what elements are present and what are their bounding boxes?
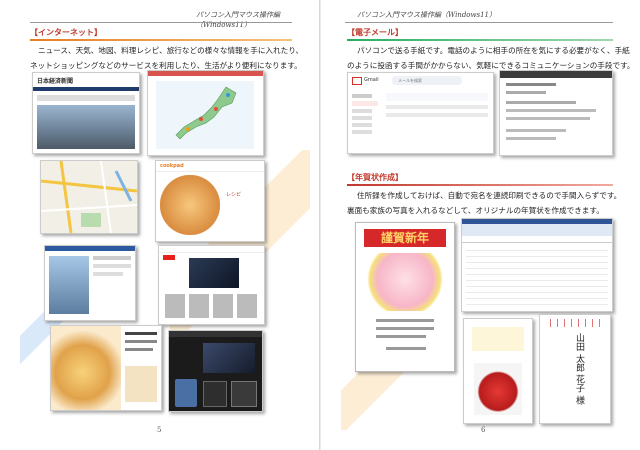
internet-body-line-1: ニュース、天気、地図、料理レシピ、旅行などの様々な情報を手に入れたり、: [38, 46, 304, 55]
left-header-title: パソコン入門マウス操作編（Windows11）: [196, 11, 280, 29]
shishi-illustration: [474, 363, 522, 415]
family-photo: [366, 253, 444, 311]
recipe-site-screenshot: cookpad レシピ: [155, 160, 265, 242]
nenga-design-text: [472, 327, 524, 351]
address-book-table: [466, 245, 608, 307]
mail-body-line-1: パソコンで送る手紙です。電話のように相手の所在を気にする必要がなく、手紙: [357, 46, 630, 55]
gmail-search-box: メールを検索: [392, 76, 462, 85]
shopping-text-line: [125, 332, 157, 335]
weather-map: [156, 81, 254, 149]
video-thumbnails: [165, 294, 257, 318]
gmail-mail-row: [386, 105, 488, 109]
news-photo: [37, 105, 135, 149]
travel-text-line: [93, 272, 123, 276]
mail-detail-titlebar: [500, 71, 612, 78]
left-header-line: [30, 22, 292, 23]
addressee-name: 山田 太郎 花子 様: [574, 333, 584, 405]
gmail-mail-row: [386, 113, 488, 117]
nenga-card-title: 謹賀新年: [364, 229, 446, 247]
nenga-design-card: [463, 318, 533, 424]
news-nav-bar: [33, 87, 139, 91]
internet-section-title: 【インターネット】: [30, 28, 102, 37]
travel-text-line: [93, 256, 131, 260]
address-postcard: 山田 太郎 花子 様: [539, 314, 611, 424]
gmail-sidebar: [352, 91, 380, 149]
shopping-food-photo: [51, 326, 121, 410]
right-page-number: 6: [481, 426, 486, 434]
tablet-image: [203, 381, 227, 407]
left-page-number: 5: [157, 426, 162, 434]
news-headline-placeholder: [37, 95, 135, 101]
news-site-screenshot: 日本経済新聞: [32, 72, 140, 154]
gmail-screenshot: Gmail メールを検索: [347, 72, 494, 154]
weather-site-screenshot: [147, 70, 264, 156]
nenga-section-title: 【年賀状作成】: [347, 173, 403, 182]
travel-photo: [49, 256, 89, 314]
right-header-title: パソコン入門マウス操作編（Windows11）: [357, 11, 497, 19]
japan-map-icon: [175, 86, 237, 140]
nenga-body-line-2: 裏面も家族の写真を入れるなどして、オリジナルの年賀状を作成できます。: [347, 206, 604, 215]
shopping-site-screenshot: [50, 325, 162, 411]
recipe-food-photo: [160, 175, 220, 235]
recipe-logo-text: cookpad: [160, 163, 184, 169]
electronics-header: [169, 331, 262, 337]
electronics-site-screenshot: [168, 330, 263, 412]
gmail-search-placeholder: メールを検索: [398, 78, 422, 83]
shopping-text-line: [125, 348, 153, 351]
news-site-logo: 日本経済新聞: [37, 78, 74, 85]
nenga-section-rule: [347, 184, 613, 186]
right-page: パソコン入門マウス操作編（Windows11） 【電子メール】 パソコンで送る手…: [321, 0, 640, 450]
video-logo-icon: [163, 255, 175, 260]
left-page: パソコン入門マウス操作編（Windows11） 【インターネット】 ニュース、天…: [0, 0, 319, 450]
weather-header-bar: [148, 71, 263, 76]
shopping-text-line: [125, 340, 157, 343]
gmail-label: Gmail: [364, 77, 379, 83]
address-book-toolbar: [462, 224, 612, 236]
address-book-tab-row: [462, 236, 612, 243]
mail-detail-screenshot: [499, 70, 613, 156]
travel-site-screenshot: [44, 245, 136, 321]
laptop-image: [231, 381, 257, 407]
video-player: [189, 258, 239, 288]
mail-section-title: 【電子メール】: [347, 28, 403, 37]
phone-image: [175, 379, 197, 407]
right-header-line: [345, 22, 613, 23]
shopping-side-photo: [125, 366, 157, 402]
travel-text-line: [93, 264, 131, 268]
nenga-card: 謹賀新年: [355, 222, 455, 372]
address-book-screenshot: [461, 218, 613, 312]
video-header: [159, 246, 264, 253]
electronics-banner: [203, 343, 255, 373]
mail-section-rule: [347, 39, 613, 41]
video-site-screenshot: [158, 245, 265, 325]
nenga-body-line-1: 住所録を作成しておけば、自動で宛名を連続印刷できるので手間入らずです。: [357, 191, 622, 200]
gmail-tab-bar: [386, 93, 488, 101]
street-map: [41, 161, 137, 233]
travel-header-bar: [45, 246, 135, 251]
map-site-screenshot: [40, 160, 138, 234]
recipe-title: レシピ: [226, 192, 242, 198]
internet-section-rule: [30, 39, 292, 41]
gmail-logo-icon: [352, 77, 362, 85]
postal-code-boxes: [544, 319, 606, 327]
